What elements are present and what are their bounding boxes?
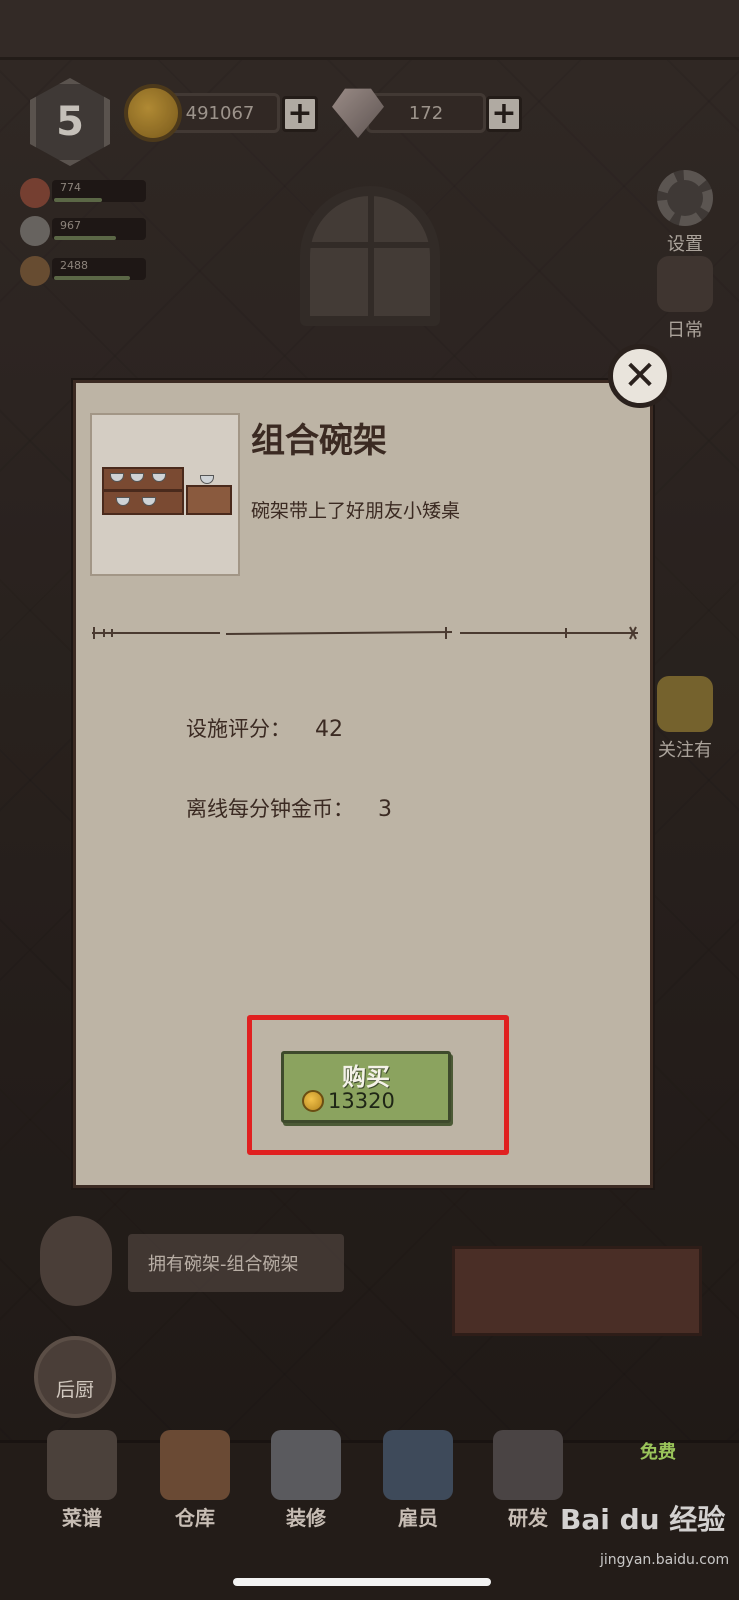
highlight-annotation (247, 1015, 509, 1155)
bowl-icon (200, 475, 214, 484)
staff-icon (383, 1430, 453, 1500)
decorative-divider (92, 626, 638, 640)
nav-storage[interactable]: 仓库 (145, 1430, 245, 1531)
recipe-icon (47, 1430, 117, 1500)
hammer-icon (271, 1430, 341, 1500)
facility-rating: 设施评分： 42 (186, 713, 343, 743)
quest-scroll-icon[interactable] (40, 1216, 112, 1306)
bowl-rack-image (102, 459, 232, 521)
nav-label: 雇员 (398, 1506, 438, 1530)
rating-value: 42 (315, 717, 343, 742)
free-tag: 免费 (640, 1442, 676, 1463)
kitchen-table-decoration (452, 1246, 702, 1336)
item-title: 组合碗架 (251, 421, 387, 461)
offline-value: 3 (378, 797, 392, 822)
home-indicator[interactable] (233, 1578, 491, 1586)
low-table (186, 485, 232, 515)
owned-notification: 拥有碗架-组合碗架 (128, 1234, 344, 1292)
nav-label: 仓库 (175, 1506, 215, 1530)
cabinet-icon (160, 1430, 230, 1500)
offline-coins: 离线每分钟金币： 3 (186, 793, 392, 823)
nav-recipes[interactable]: 菜谱 (32, 1430, 132, 1531)
nav-label: 菜谱 (62, 1506, 102, 1530)
pot-icon (493, 1430, 563, 1500)
item-preview (90, 413, 240, 576)
kitchen-label: 后厨 (55, 1379, 94, 1401)
watermark-url: jingyan.baidu.com (600, 1552, 730, 1568)
nav-label: 装修 (286, 1506, 326, 1530)
close-icon: ✕ (623, 353, 657, 399)
close-button[interactable]: ✕ (608, 344, 672, 408)
kitchen-button[interactable]: 后厨 (34, 1336, 116, 1418)
item-description: 碗架带上了好朋友小矮桌 (251, 500, 461, 522)
baidu-watermark: Bai du 经验 (560, 1503, 726, 1536)
owned-text: 拥有碗架-组合碗架 (148, 1254, 299, 1275)
purchase-dialog: 组合碗架 碗架带上了好朋友小矮桌 设施评分： 42 离线每分钟金币： 3 购买 13… (73, 380, 653, 1188)
nav-staff[interactable]: 雇员 (368, 1430, 468, 1531)
offline-label: 离线每分钟金币： (186, 797, 354, 821)
nav-label: 研发 (508, 1506, 548, 1530)
nav-decorate[interactable]: 装修 (256, 1430, 356, 1531)
rating-label: 设施评分： (186, 717, 291, 741)
